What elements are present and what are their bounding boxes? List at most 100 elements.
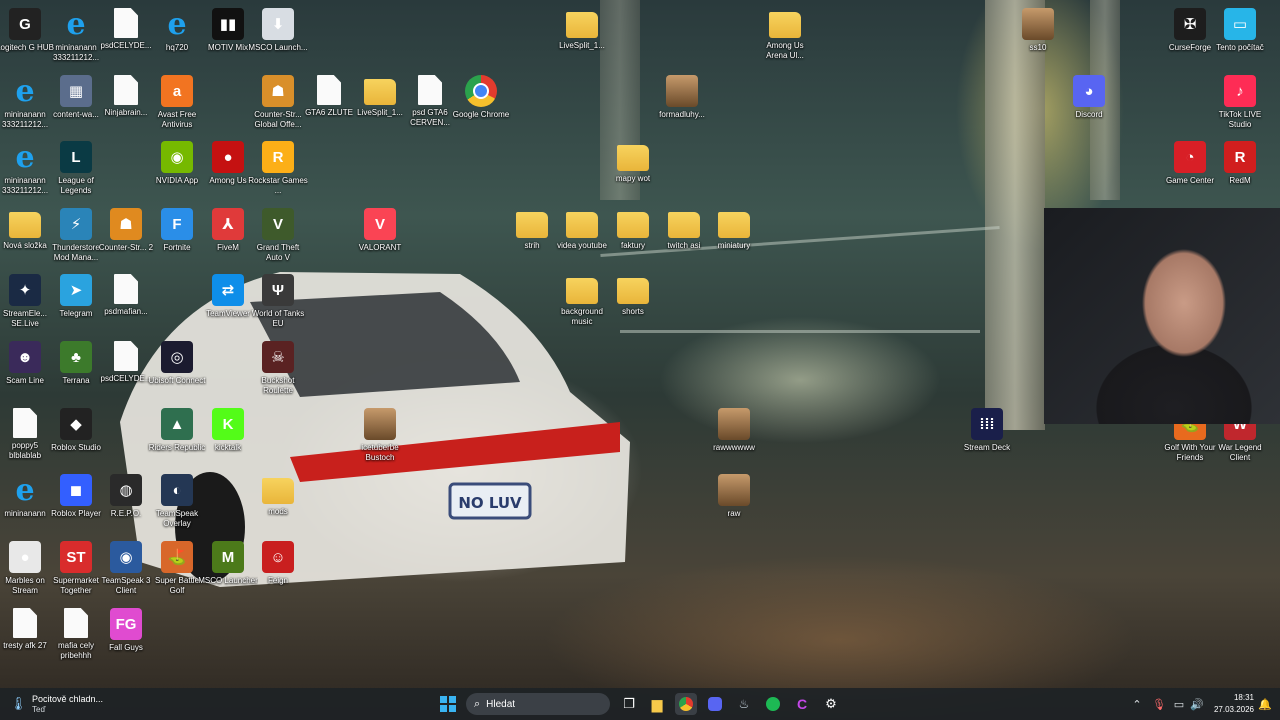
chevron-up-icon: ⌃	[1132, 698, 1142, 711]
tray-overflow-button[interactable]: ⌃	[1130, 693, 1144, 715]
taskbar-search[interactable]: ⌕ Hledat	[466, 693, 610, 715]
file-icon	[13, 608, 37, 638]
desktop-icon-label: VALORANT	[358, 243, 402, 252]
fivem-icon: ⅄	[212, 208, 244, 240]
desktop-icon-league-of-legends[interactable]: L League of Legends	[46, 137, 106, 201]
counter-str-global-offe-icon: ☗	[262, 75, 294, 107]
desktop-icon-redm[interactable]: R RedM	[1210, 137, 1270, 201]
valorant-icon: V	[364, 208, 396, 240]
clock-time: 18:31	[1233, 693, 1254, 702]
desktop-icon-psdmafian[interactable]: psdmafian...	[96, 270, 156, 334]
desktop-icon-formadluhy[interactable]: formadluhy...	[652, 71, 712, 135]
desktop-icon-label: War Legend Client	[1218, 443, 1262, 462]
desktop-icon-miniatury[interactable]: miniatury	[704, 204, 764, 268]
image-file-icon	[718, 474, 750, 506]
buckshot-roulette-icon: ☠	[262, 341, 294, 373]
start-button[interactable]	[438, 693, 458, 715]
taskbar-spotify-button[interactable]	[762, 693, 784, 715]
desktop-icon-ss10[interactable]: ss10	[1008, 4, 1068, 68]
desktop-icon-world-of-tanks-eu[interactable]: Ψ World of Tanks EU	[248, 270, 308, 334]
tento-pocitac-icon: ▭	[1224, 8, 1256, 40]
windows-icon	[440, 696, 456, 712]
roblox-studio-icon: ◆	[60, 408, 92, 440]
search-placeholder: Hledat	[486, 698, 516, 710]
tray-network-button[interactable]: ▭	[1172, 693, 1186, 715]
notification-button[interactable]: 🔔	[1258, 693, 1272, 715]
desktop-icon-fall-guys[interactable]: FG Fall Guys	[96, 604, 156, 668]
scam-line-icon: ☻	[9, 341, 41, 373]
desktop-icon-label: icetuberbe Bustoch	[361, 443, 399, 462]
league-of-legends-icon: L	[60, 141, 92, 173]
desktop-icon-msco-launch[interactable]: ⬇ MSCO Launch...	[248, 4, 308, 68]
desktop-icon-label: mods	[268, 507, 288, 516]
desktop-icon-label: League of Legends	[58, 176, 94, 195]
desktop-icon-roblox-studio[interactable]: ◆ Roblox Studio	[46, 404, 106, 468]
desktop-icon-label: Buckshot Roulette	[261, 376, 295, 395]
desktop-icon-feign[interactable]: ☺ Feign	[248, 537, 308, 601]
desktop-icon-raw[interactable]: raw	[704, 470, 764, 534]
file-icon	[13, 408, 37, 438]
desktop-icon-stream-deck[interactable]: ⁞⁞⁞ Stream Deck	[957, 404, 1017, 468]
desktop-icon-mapy-wot[interactable]: mapy wot	[603, 137, 663, 201]
desktop-icon-grand-theft-auto-v[interactable]: V Grand Theft Auto V	[248, 204, 308, 268]
folder-icon	[617, 278, 649, 304]
clock[interactable]: 18:31 27.03.2026	[1196, 692, 1254, 716]
weather-widget[interactable]: 🌡 Pocitově chladn... Teď	[10, 692, 110, 716]
steam-icon: ♨	[738, 697, 750, 711]
desktop-icon-icetuberbe-bustoch[interactable]: icetuberbe Bustoch	[350, 404, 410, 468]
desktop-icon-teamspeak-overlay[interactable]: ◐ TeamSpeak Overlay	[147, 470, 207, 534]
desktop-icon-shorts[interactable]: shorts	[603, 270, 663, 334]
file-icon	[418, 75, 442, 105]
desktop-icon-kicktalk[interactable]: Kkicktalk	[198, 404, 258, 468]
taskbar-discord-button[interactable]	[704, 693, 726, 715]
file-explorer-button[interactable]: ▆	[646, 693, 668, 715]
streamele-se-live-icon: ✦	[9, 274, 41, 306]
desktop-icon-label: Tento počítač	[1216, 43, 1264, 52]
desktop-icon-livesplit-1[interactable]: LiveSplit_1...	[552, 4, 612, 68]
tray-mic-button[interactable]: 🎙	[1152, 693, 1166, 715]
chrome-icon	[465, 75, 497, 107]
file-icon	[64, 608, 88, 638]
desktop-icon-label: miniatury	[717, 241, 751, 250]
supermarket-together-icon: ST	[60, 541, 92, 573]
desktop-icon-label: formadluhy...	[659, 110, 705, 119]
taskbar-settings-button[interactable]: ⚙	[820, 693, 842, 715]
desktop-icon-rawwwwww[interactable]: rawwwwww	[704, 404, 764, 468]
weather-title: Pocitově chladn...	[32, 694, 104, 704]
desktop-icon-tiktok-live-studio[interactable]: ♪ TikTok LIVE Studio	[1210, 71, 1270, 135]
desktop-icon-valorant[interactable]: V VALORANT	[350, 204, 410, 268]
desktop-icon-rockstar-games[interactable]: R Rockstar Games ...	[248, 137, 308, 201]
desktop-icon-among-us-arena-ul[interactable]: Among Us Arena Ul...	[755, 4, 815, 68]
desktop-icon-label: Stream Deck	[963, 443, 1011, 452]
roblox-player-icon: ◼	[60, 474, 92, 506]
desktop-icon-buckshot-roulette[interactable]: ☠ Buckshot Roulette	[248, 337, 308, 401]
desktop-icon-label: shorts	[622, 307, 644, 316]
desktop-icon-label: Roblox Studio	[51, 443, 101, 452]
folder-icon	[566, 212, 598, 238]
avast-free-antivirus-icon: a	[161, 75, 193, 107]
internet-explorer-icon: e	[15, 472, 35, 508]
tiktok-live-studio-icon: ♪	[1224, 75, 1256, 107]
task-view-button[interactable]: ❐	[618, 693, 640, 715]
desktop-icon-google-chrome[interactable]: Google Chrome	[451, 71, 511, 135]
terrana-icon: ♣	[60, 341, 92, 373]
spotify-icon	[766, 697, 780, 711]
desktop-icon-avast-free-antivirus[interactable]: a Avast Free Antivirus	[147, 71, 207, 135]
desktop-icon-tento-pocitac[interactable]: ▭ Tento počítač	[1210, 4, 1270, 68]
desktop-icon-label: mapy wot	[615, 174, 651, 183]
taskbar-steam-button[interactable]: ♨	[733, 693, 755, 715]
weather-subtitle: Teď	[32, 705, 46, 714]
desktop-icon-discord[interactable]: ◕ Discord	[1059, 71, 1119, 135]
teamspeak-3-client-icon: ◉	[110, 541, 142, 573]
desktop-icon-mods[interactable]: mods	[248, 470, 308, 534]
folder-icon	[9, 212, 41, 238]
image-file-icon	[1022, 8, 1054, 40]
gear-icon: ⚙	[825, 696, 837, 711]
desktop-icon-label: Fall Guys	[109, 643, 143, 652]
world-of-tanks-eu-icon: Ψ	[262, 274, 294, 306]
taskbar: 🌡 Pocitově chladn... Teď ⌕ Hledat ❐ ▆ ♨ …	[0, 688, 1280, 720]
folder-icon	[617, 212, 649, 238]
taskbar-chrome-button[interactable]	[675, 693, 697, 715]
taskbar-app-button[interactable]: C	[791, 693, 813, 715]
desktop-icon-ubisoft-connect[interactable]: ◎ Ubisoft Connect	[147, 337, 207, 401]
